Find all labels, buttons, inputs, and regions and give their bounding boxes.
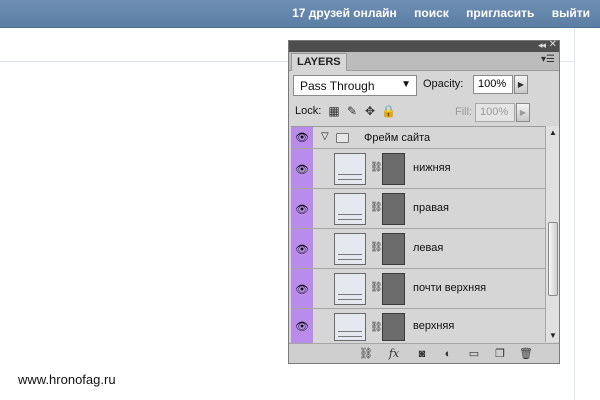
panel-title-strip[interactable]: ◂◂ ✕ [289, 39, 559, 52]
scroll-thumb[interactable] [548, 222, 558, 296]
layer-group-row[interactable]: 👁 ▽ Фрейм сайта [291, 127, 545, 171]
eye-icon[interactable]: 👁 [294, 283, 310, 296]
add-mask-icon[interactable]: ◙ [415, 347, 429, 361]
layer-name: почти верхняя [413, 282, 487, 294]
tab-layers[interactable]: LAYERS [291, 53, 347, 71]
chevron-down-icon: ▼ [401, 79, 411, 90]
link-icon: ⛓ [370, 202, 383, 213]
folder-icon [336, 133, 349, 143]
layer-name: нижняя [413, 162, 451, 174]
lock-all-icon[interactable]: 🔒 [381, 104, 396, 118]
watermark: www.hronofag.ru [18, 372, 116, 387]
link-icon: ⛓ [370, 242, 383, 253]
layers-scrollbar[interactable]: ▲ ▼ [545, 126, 559, 342]
opacity-input[interactable]: 100% [473, 75, 513, 94]
layer-thumbnail [334, 273, 366, 305]
layer-mask-thumbnail[interactable] [382, 153, 405, 185]
link-layers-icon[interactable]: ⛓ [359, 347, 373, 361]
layer-row[interactable]: 👁 ⛓ левая [291, 229, 545, 269]
page-right-rule [574, 28, 575, 400]
trash-icon[interactable]: 🗑 [519, 347, 533, 361]
blend-mode-value: Pass Through [300, 79, 375, 93]
layer-row[interactable]: 👁 ⛓ нижняя [291, 149, 545, 189]
lock-pixels-icon[interactable]: ✎ [345, 104, 359, 118]
fill-input[interactable]: 100% [475, 103, 515, 122]
layer-mask-thumbnail[interactable] [382, 273, 405, 305]
layers-panel: ◂◂ ✕ LAYERS ▾☰ Pass Through ▼ Opacity: 1… [288, 39, 560, 364]
new-group-icon[interactable]: ▭ [467, 347, 481, 361]
adjustment-layer-icon[interactable]: ◐ [441, 347, 455, 361]
lock-label: Lock: [295, 105, 322, 117]
link-icon: ⛓ [370, 162, 383, 173]
layer-thumbnail [334, 233, 366, 265]
opacity-label: Opacity: [423, 78, 464, 90]
layer-thumbnail [334, 313, 366, 341]
panel-tab-row: LAYERS ▾☰ [289, 52, 559, 71]
layers-bottom-toolbar: ⛓ fx ◙ ◐ ▭ ❐ 🗑 [289, 343, 559, 363]
group-name: Фрейм сайта [364, 132, 431, 144]
layer-row[interactable]: 👁 ⛓ почти верхняя [291, 269, 545, 309]
new-layer-icon[interactable]: ❐ [493, 347, 507, 361]
fill-label: Fill: [455, 106, 473, 118]
eye-icon[interactable]: 👁 [294, 163, 310, 176]
layer-mask-thumbnail[interactable] [382, 193, 405, 225]
layer-row[interactable]: 👁 ⛓ верхняя [291, 309, 545, 343]
layer-thumbnail [334, 193, 366, 225]
eye-icon[interactable]: 👁 [294, 243, 310, 256]
search-link[interactable]: поиск [414, 6, 449, 20]
collapse-panel-icon[interactable]: ◂◂ [538, 40, 546, 51]
logout-link[interactable]: выйти [552, 6, 590, 20]
layers-list: 👁 ▽ Фрейм сайта 👁 ⛓ нижняя 👁 ⛓ правая 👁 … [291, 126, 545, 343]
scroll-up-icon[interactable]: ▲ [546, 128, 560, 137]
fill-slider-button[interactable]: ▶ [516, 103, 530, 122]
lock-position-icon[interactable]: ✥ [363, 104, 377, 118]
panel-menu-icon[interactable]: ▾☰ [541, 54, 555, 65]
layer-name: правая [413, 202, 449, 214]
lock-transparency-icon[interactable]: ▦ [327, 104, 341, 118]
blend-row: Pass Through ▼ Opacity: 100% ▶ [293, 75, 555, 97]
eye-icon[interactable]: 👁 [294, 320, 310, 333]
blend-mode-select[interactable]: Pass Through ▼ [293, 75, 417, 96]
layer-mask-thumbnail[interactable] [382, 313, 405, 341]
eye-icon[interactable]: 👁 [294, 203, 310, 216]
layer-name: верхняя [413, 320, 455, 332]
layer-thumbnail [334, 153, 366, 185]
fx-icon[interactable]: fx [387, 347, 401, 361]
invite-link[interactable]: пригласить [466, 6, 534, 20]
link-icon: ⛓ [370, 322, 383, 333]
friends-online-link[interactable]: 17 друзей онлайн [292, 6, 397, 20]
site-top-bar: 17 друзей онлайн поиск пригласить выйти [0, 0, 600, 28]
layer-mask-thumbnail[interactable] [382, 233, 405, 265]
link-icon: ⛓ [370, 282, 383, 293]
group-expand-icon[interactable]: ▽ [321, 131, 329, 142]
close-panel-icon[interactable]: ✕ [549, 39, 557, 50]
opacity-slider-button[interactable]: ▶ [514, 75, 528, 94]
scroll-down-icon[interactable]: ▼ [546, 331, 560, 340]
top-nav: 17 друзей онлайн поиск пригласить выйти [278, 6, 590, 20]
layer-row[interactable]: 👁 ⛓ правая [291, 189, 545, 229]
layer-name: левая [413, 242, 444, 254]
lock-row: Lock: ▦ ✎ ✥ 🔒 Fill: 100% ▶ [295, 103, 555, 123]
